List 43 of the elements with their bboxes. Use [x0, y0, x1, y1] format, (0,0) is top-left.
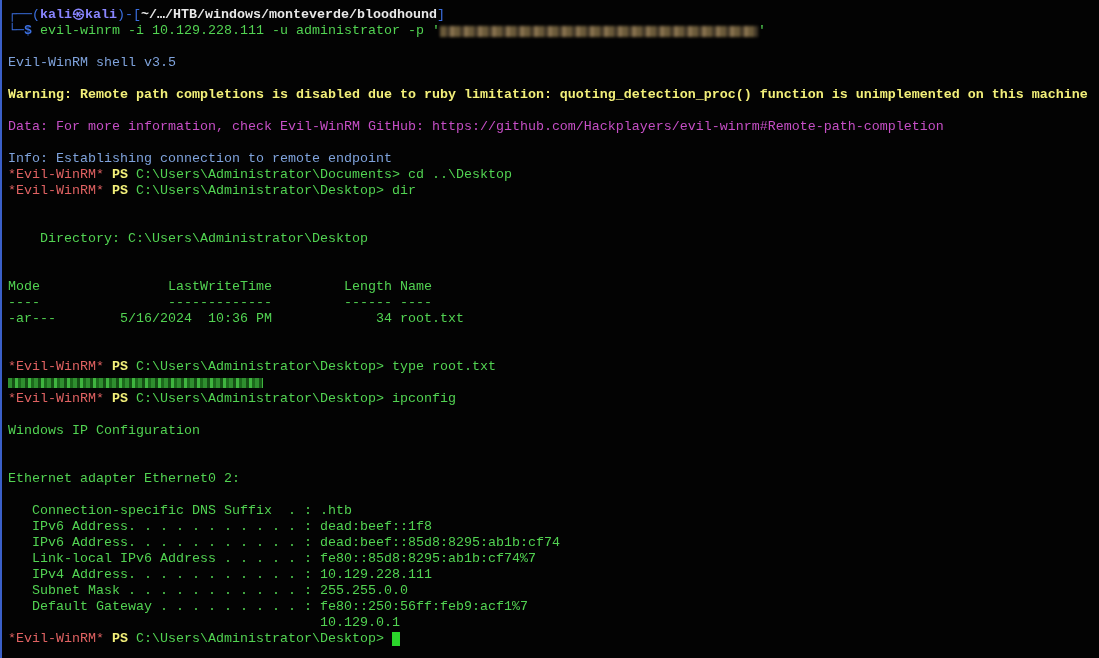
ps-label: PS — [110, 167, 128, 183]
shell-name: *Evil-WinRM* — [8, 391, 104, 407]
output-line: -ar--- 5/16/2024 10:36 PM 34 root.txt — [8, 311, 464, 327]
output-line: ---- ------------- ------ ---- — [8, 295, 432, 311]
info-text: Info: Establishing connection to remote endpoint — [8, 151, 392, 167]
command-text: C:\Users\Administrator\Desktop> type root.txt — [134, 359, 496, 375]
output-line: Default Gateway . . . . . . . . . : fe80::250:56ff:feb9:acf1%7 — [31, 599, 528, 615]
output-line: Directory: C:\Users\Administrator\Desktop — [39, 231, 368, 247]
shell-name: *Evil-WinRM* — [8, 183, 104, 199]
output-line: Ethernet adapter Ethernet0 2: — [8, 471, 240, 487]
prompt-frame: ] — [436, 7, 445, 23]
command-text: C:\Users\Administrator\Documents> cd ..\Desktop — [134, 167, 512, 183]
command-text: C:\Users\Administrator\Desktop> — [134, 631, 385, 647]
ps-label: PS — [110, 359, 128, 375]
working-directory: ~/…/HTB/windows/monteverde/bloodhound — [141, 7, 437, 23]
output-line: Mode LastWriteTime Length Name — [8, 279, 432, 295]
text-cursor — [391, 632, 400, 646]
output-line: IPv4 Address. . . . . . . . . . . : 10.129.228.111 — [31, 567, 432, 583]
output-line: Windows IP Configuration — [8, 423, 200, 439]
output-line: Link-local IPv6 Address . . . . . : fe80::85d8:8295:ab1b:cf74%7 — [31, 551, 536, 567]
output-line: 10.129.0.1 — [318, 615, 400, 631]
prompt-symbol: $ — [24, 23, 32, 39]
user-host: kali㉿kali — [40, 7, 117, 23]
warning-text: Warning: Remote path completions is disabled due to ruby limitation: quoting_detection_proc() function is unimplemented on this machine — [8, 87, 1088, 103]
command-text: C:\Users\Administrator\Desktop> ipconfig — [134, 391, 456, 407]
command-text: ' — [757, 23, 766, 39]
data-text: Data: For more information, check Evil-WinRM GitHub: https://github.com/Hackplayers/evil-winrm#Remote-path-completion — [8, 119, 944, 135]
shell-name: *Evil-WinRM* — [8, 631, 104, 647]
ps-label: PS — [110, 391, 128, 407]
prompt-frame: ┌──( — [8, 7, 40, 23]
prompt-frame: └─ — [8, 23, 24, 39]
output-line: Connection-specific DNS Suffix . : .htb — [31, 503, 352, 519]
ps-label: PS — [110, 631, 128, 647]
output-line: Subnet Mask . . . . . . . . . . . : 255.255.0.0 — [31, 583, 408, 599]
output-line: IPv6 Address. . . . . . . . . . . : dead:beef::85d8:8295:ab1b:cf74 — [31, 535, 560, 551]
info-text: Evil-WinRM shell v3.5 — [8, 55, 176, 71]
command-text: C:\Users\Administrator\Desktop> dir — [134, 183, 416, 199]
shell-name: *Evil-WinRM* — [8, 167, 104, 183]
ps-label: PS — [110, 183, 128, 199]
shell-name: *Evil-WinRM* — [8, 359, 104, 375]
command-text: evil-winrm -i 10.129.228.111 -u administrator -p ' — [39, 23, 440, 39]
output-line: IPv6 Address. . . . . . . . . . . : dead:beef::1f8 — [31, 519, 432, 535]
prompt-frame: )-[ — [117, 7, 141, 23]
